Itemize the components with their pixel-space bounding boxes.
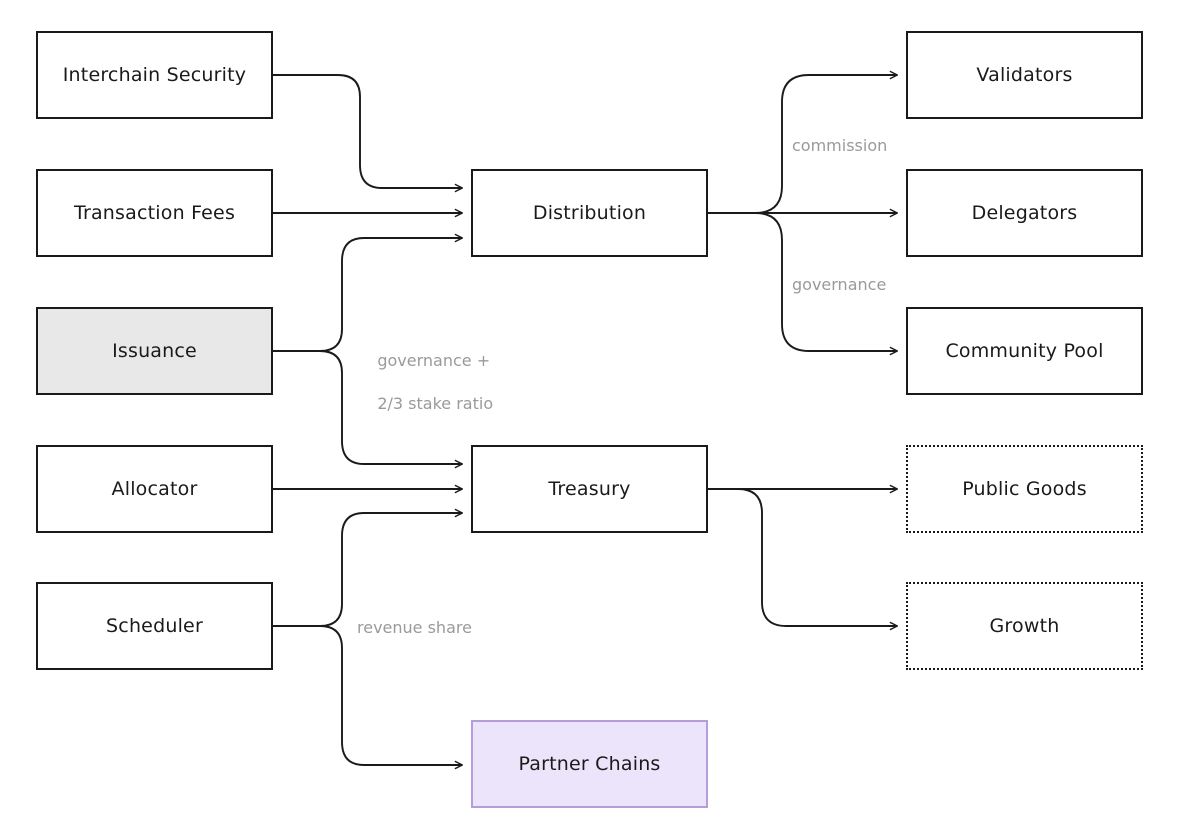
node-validators-label: Validators bbox=[976, 63, 1073, 86]
edge-label-governance-stake-line1: governance + bbox=[377, 350, 491, 370]
node-partner-chains-label: Partner Chains bbox=[518, 752, 661, 775]
edge-scheduler-to-treasury bbox=[319, 508, 464, 627]
edge-label-governance-stake-line2: 2/3 stake ratio bbox=[377, 393, 494, 413]
node-treasury[interactable]: Treasury bbox=[471, 445, 708, 533]
node-growth[interactable]: Growth bbox=[906, 582, 1143, 670]
node-public-goods[interactable]: Public Goods bbox=[906, 445, 1143, 533]
edge-treasury-to-growth bbox=[708, 488, 899, 631]
node-interchain-security-label: Interchain Security bbox=[62, 63, 247, 86]
edge-connector-layer bbox=[273, 70, 899, 770]
edge-interchain-security-to-distribution bbox=[273, 74, 464, 193]
node-transaction-fees[interactable]: Transaction Fees bbox=[36, 169, 273, 257]
node-distribution-label: Distribution bbox=[532, 201, 647, 224]
node-interchain-security[interactable]: Interchain Security bbox=[36, 31, 273, 119]
node-community-pool[interactable]: Community Pool bbox=[906, 307, 1143, 395]
node-allocator-label: Allocator bbox=[111, 477, 198, 500]
node-partner-chains[interactable]: Partner Chains bbox=[471, 720, 708, 808]
node-distribution[interactable]: Distribution bbox=[471, 169, 708, 257]
node-scheduler-label: Scheduler bbox=[106, 614, 203, 637]
node-issuance-label: Issuance bbox=[112, 339, 197, 362]
node-growth-label: Growth bbox=[989, 614, 1060, 637]
edge-label-governance-stake: governance + 2/3 stake ratio bbox=[357, 328, 493, 436]
edge-label-revenue-share: revenue share bbox=[357, 618, 472, 637]
node-issuance[interactable]: Issuance bbox=[36, 307, 273, 395]
node-community-pool-label: Community Pool bbox=[945, 339, 1104, 362]
edge-label-commission: commission bbox=[792, 136, 888, 155]
node-transaction-fees-label: Transaction Fees bbox=[73, 201, 236, 224]
edge-scheduler-to-partner-chains bbox=[319, 625, 464, 770]
node-scheduler[interactable]: Scheduler bbox=[36, 582, 273, 670]
node-validators[interactable]: Validators bbox=[906, 31, 1143, 119]
flow-diagram: Interchain Security Transaction Fees Iss… bbox=[0, 0, 1177, 837]
node-public-goods-label: Public Goods bbox=[962, 477, 1087, 500]
node-delegators-label: Delegators bbox=[971, 201, 1078, 224]
node-delegators[interactable]: Delegators bbox=[906, 169, 1143, 257]
node-allocator[interactable]: Allocator bbox=[36, 445, 273, 533]
edge-label-governance: governance bbox=[792, 275, 887, 294]
node-treasury-label: Treasury bbox=[548, 477, 631, 500]
